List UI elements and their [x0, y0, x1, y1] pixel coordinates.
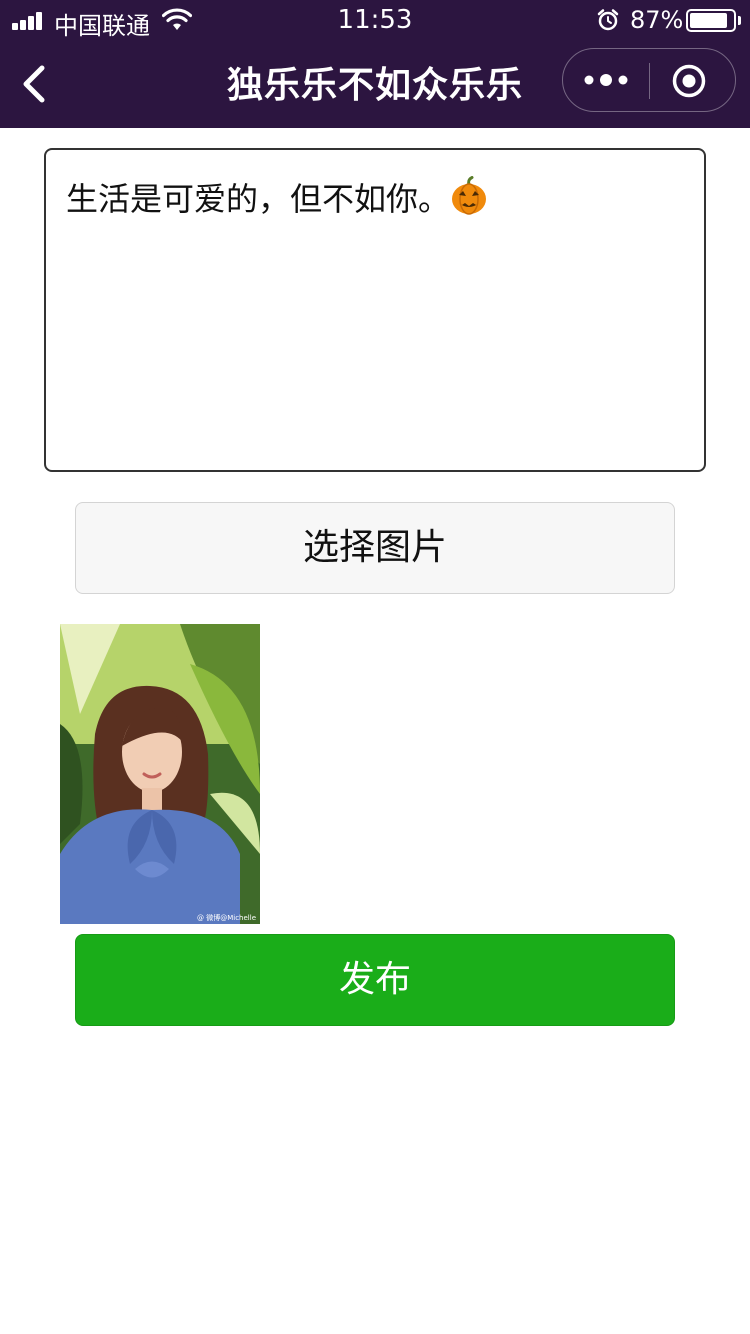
battery-level-fill: [690, 13, 727, 28]
target-circle-icon[interactable]: [671, 63, 707, 99]
publish-button[interactable]: 发布: [75, 934, 675, 1026]
battery-percent: 87%: [630, 6, 684, 34]
battery-tip: [738, 16, 741, 25]
alarm-icon: [597, 9, 619, 31]
pumpkin-emoji-icon: [452, 176, 487, 215]
battery-icon: [686, 9, 736, 32]
capsule-divider: [649, 63, 650, 99]
post-text-area[interactable]: 生活是可爱的，但不如你。: [44, 148, 706, 472]
status-bar: 中国联通 11:53 87%: [0, 0, 750, 40]
photo-watermark: @ 微博@Michelle: [197, 913, 256, 922]
more-dots-icon[interactable]: [581, 63, 631, 97]
selected-photo-thumbnail[interactable]: @ 微博@Michelle: [60, 624, 260, 924]
mini-program-capsule: [562, 48, 736, 112]
nav-bar: 中国联通 11:53 87% 独乐乐不如众乐乐: [0, 0, 750, 128]
choose-image-button[interactable]: 选择图片: [75, 502, 675, 594]
post-text: 生活是可爱的，但不如你。: [66, 180, 451, 218]
